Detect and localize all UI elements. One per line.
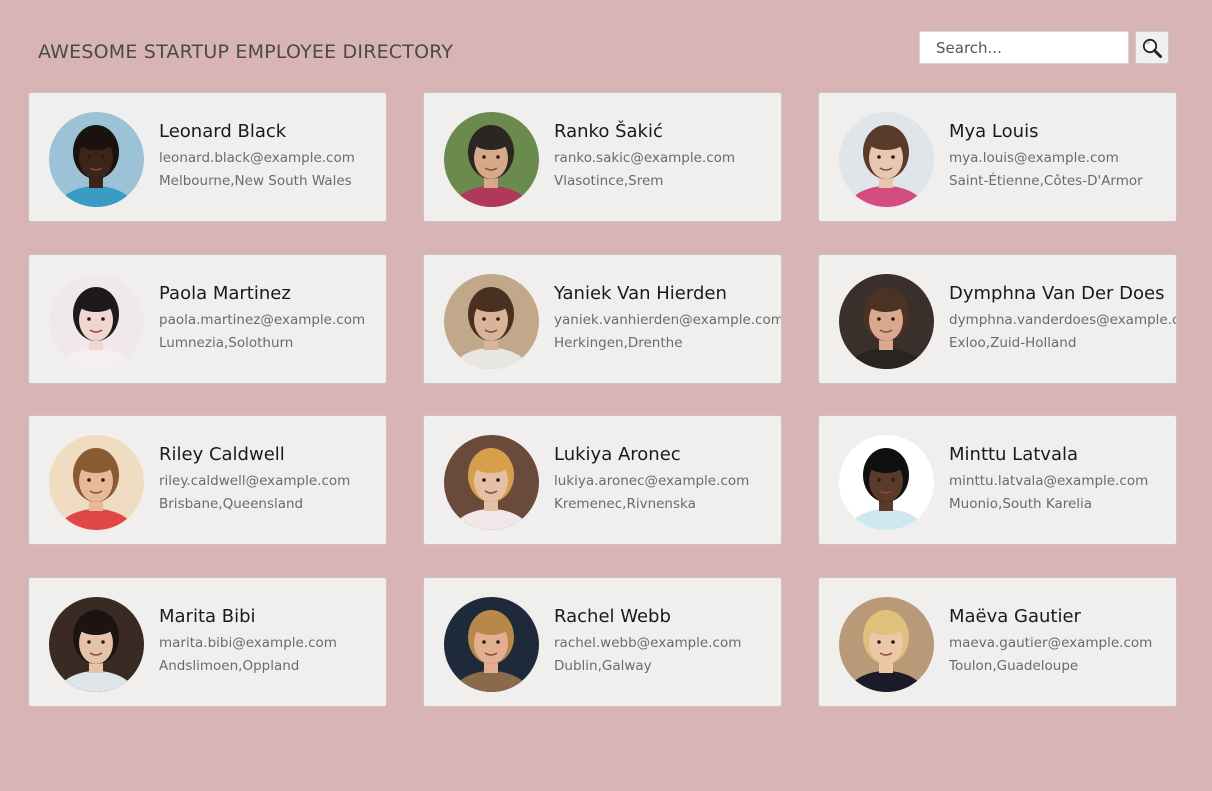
employee-name: Paola Martinez <box>159 283 291 304</box>
employee-info: Lukiya Aronec lukiya.aronec@example.com Kr… <box>554 444 749 513</box>
employee-name: Riley Caldwell <box>159 444 285 465</box>
employee-card[interactable]: Riley Caldwell riley.caldwell@example.com… <box>28 415 387 545</box>
employee-name: Minttu Latvala <box>949 444 1079 465</box>
employee-card[interactable]: Dymphna Van Der Does dymphna.vanderdoes@e… <box>818 254 1177 384</box>
employee-email: maeva.gautier@example.com <box>949 635 1153 651</box>
employee-location: Andslimoen,Oppland <box>159 658 300 674</box>
employee-avatar <box>49 274 144 369</box>
employee-avatar <box>839 274 934 369</box>
employee-name: Lukiya Aronec <box>554 444 681 465</box>
employee-info: Leonard Black leonard.black@example.com Me… <box>159 121 355 190</box>
employee-info: Dymphna Van Der Does dymphna.vanderdoes@e… <box>949 283 1177 352</box>
employee-card[interactable]: Leonard Black leonard.black@example.com Me… <box>28 92 387 222</box>
employee-email: minttu.latvala@example.com <box>949 473 1149 489</box>
employee-info: Minttu Latvala minttu.latvala@example.com… <box>949 444 1148 513</box>
employee-grid: Leonard Black leonard.black@example.com Me… <box>0 0 1212 791</box>
employee-name: Yaniek Van Hierden <box>554 283 727 304</box>
employee-email: riley.caldwell@example.com <box>159 473 351 489</box>
employee-email: paola.martinez@example.com <box>159 312 366 328</box>
employee-name: Marita Bibi <box>159 606 256 627</box>
employee-card[interactable]: Lukiya Aronec lukiya.aronec@example.com Kr… <box>423 415 782 545</box>
employee-email: dymphna.vanderdoes@example.com <box>949 312 1177 328</box>
employee-avatar <box>444 597 539 692</box>
employee-email: yaniek.vanhierden@example.com <box>554 312 782 328</box>
employee-location: Melbourne,New South Wales <box>159 173 352 189</box>
employee-email: mya.louis@example.com <box>949 150 1119 166</box>
employee-avatar <box>839 597 934 692</box>
employee-location: Vlasotince,Srem <box>554 173 664 189</box>
employee-info: Ranko Šakić ranko.sakic@example.com Vlasot… <box>554 121 735 190</box>
employee-info: Maëva Gautier maeva.gautier@example.com To… <box>949 606 1152 675</box>
employee-name: Rachel Webb <box>554 606 671 627</box>
employee-avatar <box>444 112 539 207</box>
employee-card[interactable]: Ranko Šakić ranko.sakic@example.com Vlasot… <box>423 92 782 222</box>
employee-avatar <box>444 435 539 530</box>
employee-card[interactable]: Maëva Gautier maeva.gautier@example.com To… <box>818 577 1177 707</box>
employee-location: Muonio,South Karelia <box>949 496 1093 512</box>
employee-location: Brisbane,Queensland <box>159 496 304 512</box>
employee-name: Dymphna Van Der Does <box>949 283 1165 304</box>
employee-location: Kremenec,Rivnenska <box>554 496 696 512</box>
employee-email: rachel.webb@example.com <box>554 635 742 651</box>
employee-info: Yaniek Van Hierden yaniek.vanhierden@exam… <box>554 283 782 352</box>
employee-avatar <box>49 112 144 207</box>
employee-info: Riley Caldwell riley.caldwell@example.com… <box>159 444 350 513</box>
employee-card[interactable]: Rachel Webb rachel.webb@example.com Dublin… <box>423 577 782 707</box>
employee-avatar <box>49 435 144 530</box>
employee-avatar <box>839 112 934 207</box>
employee-email: leonard.black@example.com <box>159 150 355 166</box>
employee-name: Ranko Šakić <box>554 121 663 142</box>
employee-email: marita.bibi@example.com <box>159 635 337 651</box>
employee-location: Dublin,Galway <box>554 658 652 674</box>
employee-location: Saint-Étienne,Côtes-D'Armor <box>949 173 1143 189</box>
employee-avatar <box>839 435 934 530</box>
employee-card[interactable]: Yaniek Van Hierden yaniek.vanhierden@exam… <box>423 254 782 384</box>
employee-card[interactable]: Marita Bibi marita.bibi@example.com Andsli… <box>28 577 387 707</box>
employee-avatar <box>444 274 539 369</box>
employee-name: Maëva Gautier <box>949 606 1081 627</box>
employee-info: Marita Bibi marita.bibi@example.com Andsli… <box>159 606 337 675</box>
employee-email: lukiya.aronec@example.com <box>554 473 750 489</box>
employee-name: Mya Louis <box>949 121 1039 142</box>
employee-location: Herkingen,Drenthe <box>554 335 683 351</box>
employee-location: Lumnezia,Solothurn <box>159 335 294 351</box>
employee-avatar <box>49 597 144 692</box>
employee-email: ranko.sakic@example.com <box>554 150 736 166</box>
employee-info: Mya Louis mya.louis@example.com Saint-Étie… <box>949 121 1143 190</box>
employee-info: Rachel Webb rachel.webb@example.com Dublin… <box>554 606 741 675</box>
employee-card[interactable]: Paola Martinez paola.martinez@example.com… <box>28 254 387 384</box>
employee-card[interactable]: Mya Louis mya.louis@example.com Saint-Étie… <box>818 92 1177 222</box>
employee-info: Paola Martinez paola.martinez@example.com… <box>159 283 365 352</box>
employee-location: Toulon,Guadeloupe <box>949 658 1079 674</box>
employee-location: Exloo,Zuid-Holland <box>949 335 1077 351</box>
employee-name: Leonard Black <box>159 121 287 142</box>
employee-card[interactable]: Minttu Latvala minttu.latvala@example.com… <box>818 415 1177 545</box>
